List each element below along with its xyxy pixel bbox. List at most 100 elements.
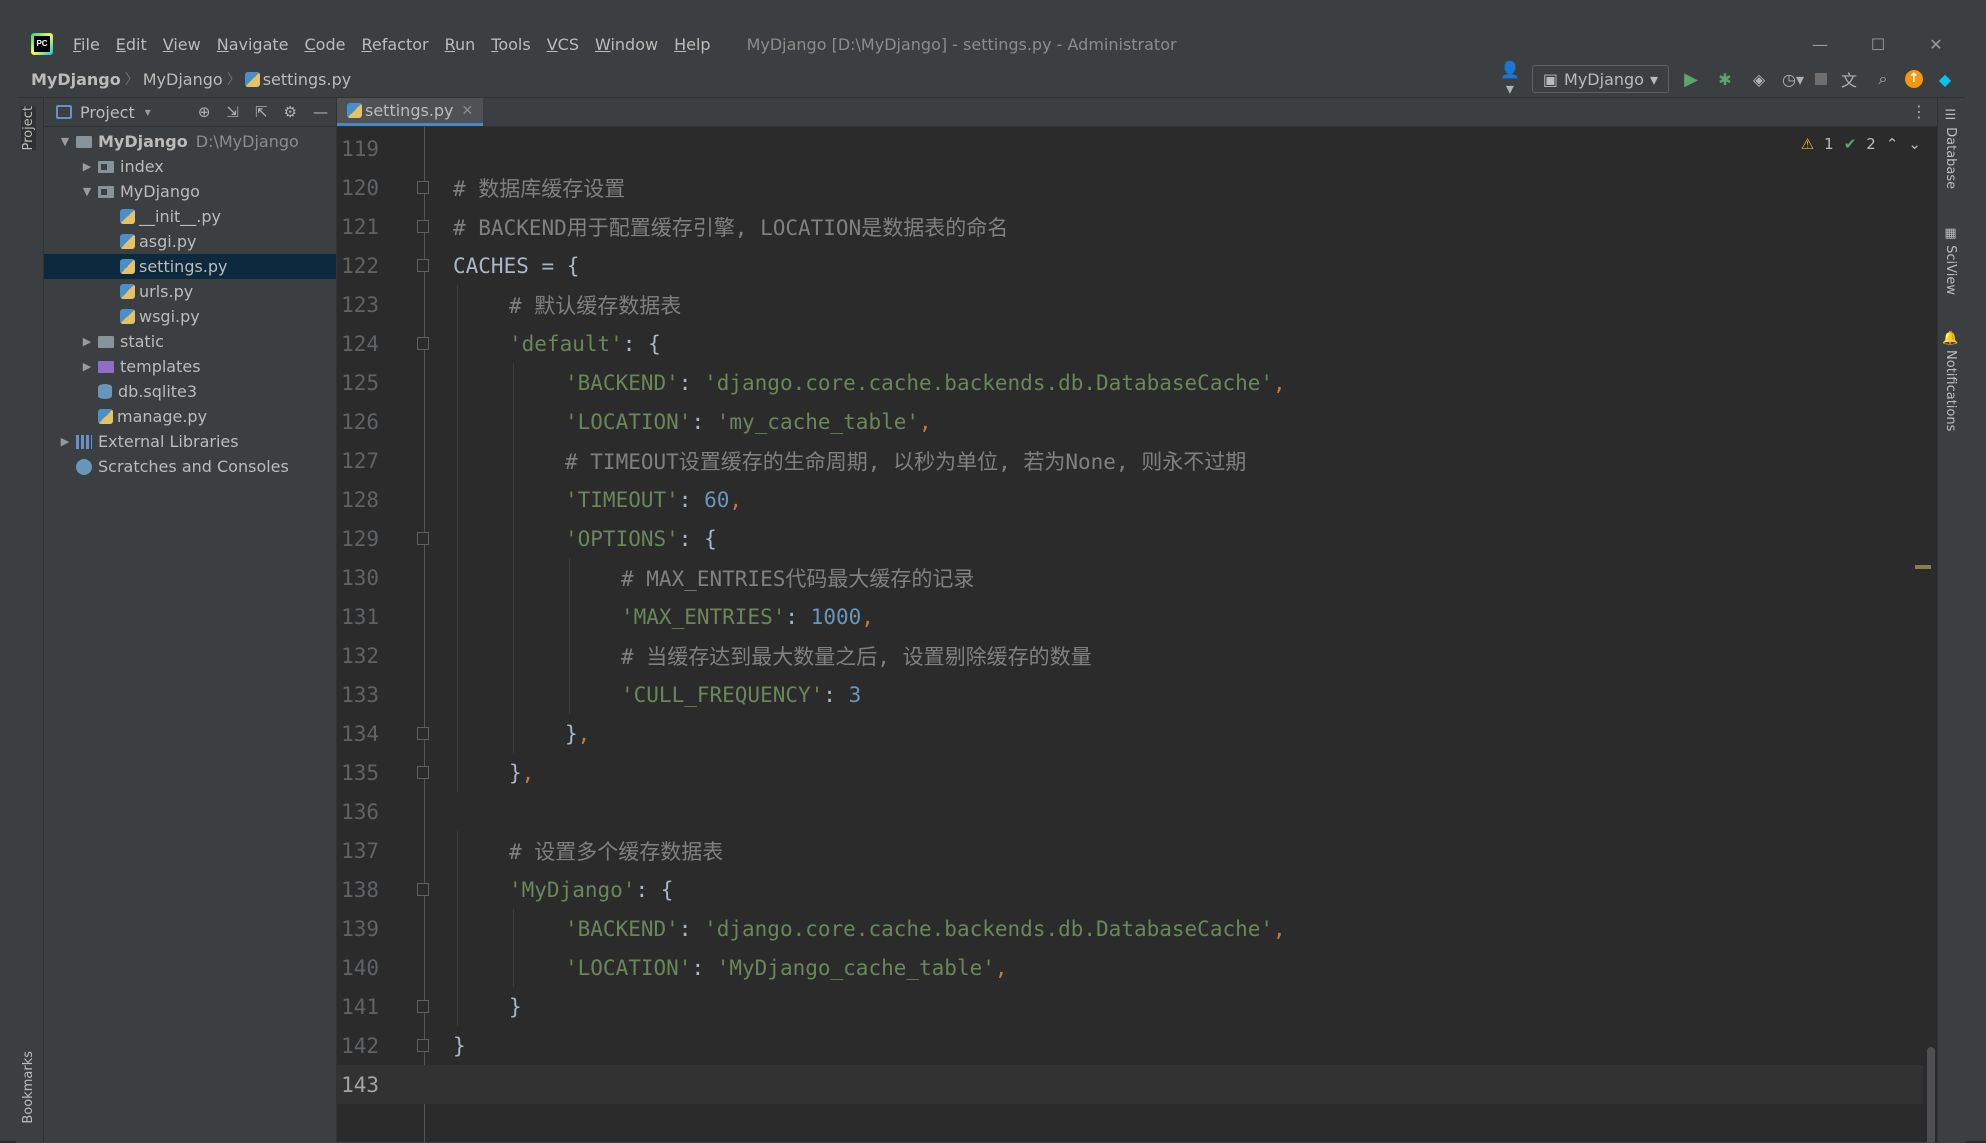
code-token: # 默认缓存数据表 xyxy=(509,293,682,318)
fold-marker-icon[interactable] xyxy=(417,883,429,896)
debug-icon[interactable]: ✱ xyxy=(1713,70,1737,89)
menu-file[interactable]: File xyxy=(65,35,108,54)
menu-run[interactable]: Run xyxy=(437,35,484,54)
coverage-icon[interactable]: ◈ xyxy=(1747,70,1771,89)
fold-marker-icon[interactable] xyxy=(417,532,429,545)
chevron-right-icon[interactable]: ▶ xyxy=(80,360,94,373)
code-text: }, xyxy=(509,761,534,785)
tree-item[interactable]: urls.py xyxy=(44,279,336,304)
menu-tools[interactable]: Tools xyxy=(483,35,538,54)
python-file-icon xyxy=(120,309,135,324)
line-number: 129 xyxy=(341,526,379,551)
indent-guide xyxy=(457,909,458,948)
code-token: : xyxy=(678,487,705,512)
code-token: , xyxy=(729,487,743,512)
notifications-tool-tab[interactable]: 🔔 Notifications xyxy=(1943,330,1958,431)
sciview-tool-tab[interactable]: ▦ SciView xyxy=(1943,226,1958,295)
line-number: 133 xyxy=(341,682,379,707)
code-token: 'django.core.cache.backends.db.DatabaseC… xyxy=(704,370,1274,395)
project-tool-tab[interactable]: Project xyxy=(21,106,36,151)
locate-icon[interactable]: ⊕ xyxy=(198,103,211,121)
tree-item[interactable]: db.sqlite3 xyxy=(44,379,336,404)
menu-edit[interactable]: Edit xyxy=(108,35,155,54)
tree-item[interactable]: __init__.py xyxy=(44,204,336,229)
code-token: # BACKEND用于配置缓存引擎, LOCATION是数据表的命名 xyxy=(453,215,1009,240)
database-tool-tab[interactable]: ☰ Database xyxy=(1943,108,1958,189)
expand-all-icon[interactable]: ⇲ xyxy=(226,103,239,121)
fold-marker-icon[interactable] xyxy=(417,727,429,740)
tree-item[interactable]: wsgi.py xyxy=(44,304,336,329)
chevron-down-icon[interactable]: ▾ xyxy=(145,105,151,119)
update-icon[interactable]: ↑ xyxy=(1905,70,1923,88)
run-icon[interactable]: ▶ xyxy=(1679,69,1703,90)
tree-item[interactable]: ▶ templates xyxy=(44,354,336,379)
menu-view[interactable]: View xyxy=(155,35,209,54)
fold-marker-icon[interactable] xyxy=(417,1000,429,1013)
indent-guide xyxy=(513,948,514,987)
fold-marker-icon[interactable] xyxy=(417,766,429,779)
chevron-right-icon[interactable]: ▶ xyxy=(80,160,94,173)
search-icon[interactable]: ⌕ xyxy=(1871,69,1895,89)
menu-window[interactable]: Window xyxy=(587,35,666,54)
code-text: }, xyxy=(565,722,590,746)
code-token: 'BACKEND' xyxy=(565,916,679,941)
indent-guide xyxy=(457,636,458,675)
menu-refactor[interactable]: Refactor xyxy=(353,35,436,54)
plugin-icon[interactable]: ◆ xyxy=(1933,70,1957,89)
minimize-button[interactable]: — xyxy=(1791,27,1849,61)
module-folder-icon xyxy=(98,185,114,198)
fold-marker-icon[interactable] xyxy=(417,220,429,233)
chevron-right-icon[interactable]: ▶ xyxy=(58,435,72,448)
breadcrumb-file[interactable]: settings.py xyxy=(241,70,356,89)
breadcrumb-package[interactable]: MyDjango xyxy=(139,70,227,89)
menu-help[interactable]: Help xyxy=(666,35,718,54)
editor-tab-settings[interactable]: settings.py ✕ xyxy=(337,98,484,126)
project-view-icon xyxy=(56,105,72,119)
menu-vcs[interactable]: VCS xyxy=(539,35,587,54)
profile-icon[interactable]: ◷▾ xyxy=(1781,70,1805,89)
tree-item[interactable]: ▼ MyDjango D:\MyDjango xyxy=(44,129,336,154)
stop-icon[interactable] xyxy=(1815,73,1827,85)
line-number: 128 xyxy=(341,487,379,512)
hide-icon[interactable]: — xyxy=(313,103,328,121)
gear-icon[interactable]: ⚙ xyxy=(284,103,297,121)
run-configuration-select[interactable]: ▣ MyDjango ▾ xyxy=(1531,65,1669,93)
tree-item[interactable]: ▼ MyDjango xyxy=(44,179,336,204)
project-panel-tools: ⊕ ⇲ ⇱ ⚙ — xyxy=(198,103,336,121)
chevron-right-icon[interactable]: ▶ xyxy=(80,335,94,348)
fold-marker-icon[interactable] xyxy=(417,337,429,350)
close-tab-icon[interactable]: ✕ xyxy=(462,103,474,119)
translate-icon[interactable]: 文 xyxy=(1837,67,1861,91)
indent-guide xyxy=(513,675,514,714)
indent-guide xyxy=(513,558,514,597)
vertical-scrollbar[interactable] xyxy=(1927,1047,1935,1142)
tree-item[interactable]: asgi.py xyxy=(44,229,336,254)
tree-item[interactable]: ▶ index xyxy=(44,154,336,179)
more-options-icon[interactable]: ⋮ xyxy=(1901,98,1937,126)
bookmarks-tool-tab[interactable]: Bookmarks xyxy=(21,1051,36,1124)
code-token: # 设置多个缓存数据表 xyxy=(509,839,724,864)
code-text: # 默认缓存数据表 xyxy=(509,290,681,320)
collapse-all-icon[interactable]: ⇱ xyxy=(255,103,268,121)
user-icon[interactable]: 👤▾ xyxy=(1498,60,1522,98)
chevron-down-icon[interactable]: ▼ xyxy=(58,135,72,148)
line-number: 130 xyxy=(341,565,379,590)
maximize-button[interactable]: ☐ xyxy=(1849,27,1907,61)
indent-guide xyxy=(457,480,458,519)
chevron-down-icon[interactable]: ▼ xyxy=(80,185,94,198)
menu-code[interactable]: Code xyxy=(297,35,354,54)
menu-navigate[interactable]: Navigate xyxy=(209,35,297,54)
project-panel-title[interactable]: Project xyxy=(80,103,135,122)
tree-item[interactable]: ▶ External Libraries xyxy=(44,429,336,454)
breadcrumb-project[interactable]: MyDjango xyxy=(17,70,125,89)
close-window-button[interactable]: ✕ xyxy=(1907,27,1965,61)
code-editor[interactable]: ⚠ 1 ✔ 2 ⌃ ⌄ 119 120 # 数据库缓存设置 121 # BACKEND用于配… xyxy=(337,127,1937,1142)
fold-marker-icon[interactable] xyxy=(417,181,429,194)
tree-item[interactable]: manage.py xyxy=(44,404,336,429)
tree-item-label: index xyxy=(120,157,164,176)
tree-item[interactable]: settings.py xyxy=(44,254,336,279)
tree-item[interactable]: Scratches and Consoles xyxy=(44,454,336,479)
tree-item[interactable]: ▶ static xyxy=(44,329,336,354)
fold-marker-icon[interactable] xyxy=(417,259,429,272)
fold-marker-icon[interactable] xyxy=(417,1039,429,1052)
